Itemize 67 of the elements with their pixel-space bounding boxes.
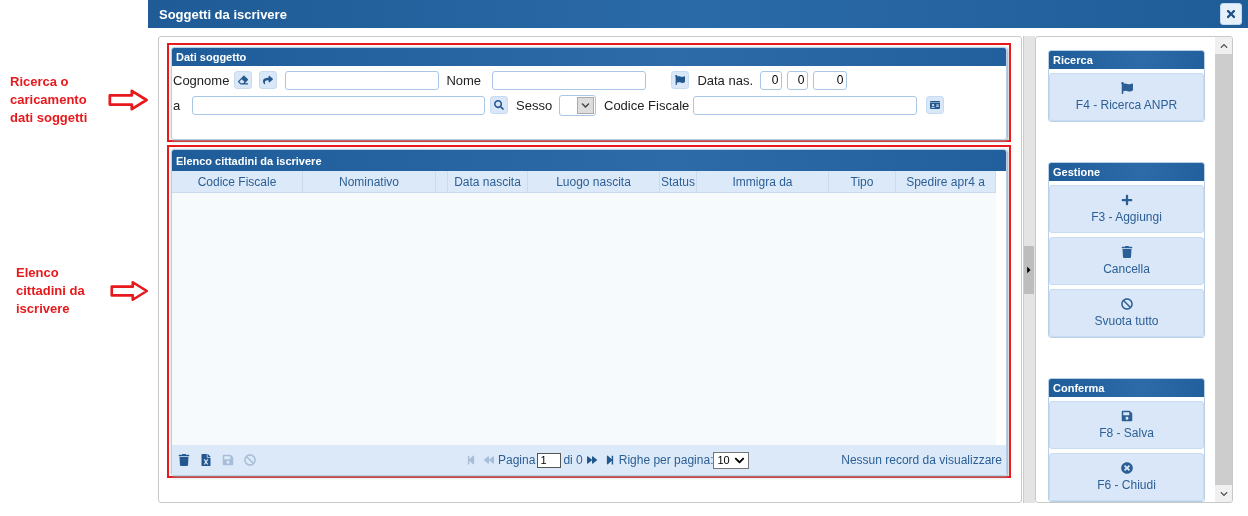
field-label: Data nas. — [697, 72, 755, 88]
panel-header: Dati soggetto — [172, 48, 1006, 66]
column-header[interactable]: Codice Fiscale — [172, 171, 303, 192]
chevron-down-icon — [581, 100, 590, 110]
arrow-icon — [263, 75, 274, 85]
column-header[interactable]: Immigra da — [697, 171, 829, 192]
surname-field[interactable] — [285, 70, 440, 90]
annotation-text: Ricerca o caricamento dati soggetti — [10, 73, 89, 127]
trash-icon — [1120, 246, 1133, 258]
arrow-drawing — [107, 89, 148, 111]
scrollbar[interactable] — [1215, 37, 1232, 502]
column-header[interactable]: Nominativo — [303, 171, 436, 192]
field-label: Cognome — [173, 72, 230, 88]
id-card-button[interactable] — [926, 96, 944, 114]
search-icon — [494, 100, 504, 110]
sex-select[interactable] — [559, 94, 596, 116]
ban-icon — [1120, 298, 1133, 310]
column-header[interactable]: Tipo — [829, 171, 896, 192]
chevron-down-icon — [1219, 489, 1228, 498]
group-header: Gestione — [1049, 163, 1204, 181]
place-field[interactable] — [192, 95, 485, 115]
column-header[interactable]: Status — [660, 171, 697, 192]
search-button[interactable] — [490, 96, 508, 114]
flag-button[interactable] — [671, 71, 690, 89]
column-header[interactable]: Spedire apr4 a — [896, 171, 996, 192]
window-title: Soggetti da iscrivere — [159, 6, 287, 22]
column-header[interactable]: Luogo nascita — [528, 171, 660, 192]
splitter-handle[interactable] — [1024, 245, 1034, 294]
chevron-up-icon — [1219, 41, 1228, 50]
close-icon — [1120, 462, 1133, 474]
arrow-drawing — [109, 280, 148, 302]
action-button[interactable]: Cancella — [1049, 237, 1204, 285]
column-header[interactable]: Data nascita — [448, 171, 528, 192]
annotation-text: Elenco cittadini da iscrivere — [16, 264, 86, 318]
close-icon — [1225, 8, 1237, 20]
page-field[interactable]: 1 — [537, 452, 562, 468]
name-field[interactable] — [492, 70, 647, 90]
rows-label: Righe per pagina: — [618, 453, 714, 467]
page-count: di 0 — [563, 453, 583, 467]
group-header: Conferma — [1049, 379, 1204, 397]
save-icon — [1120, 410, 1133, 422]
rows-select[interactable]: 10 — [713, 451, 750, 469]
eraser-icon — [238, 75, 249, 85]
action-button[interactable]: F6 - Chiudi — [1049, 453, 1204, 501]
action-button[interactable]: F4 - Ricerca ANPR — [1049, 73, 1204, 121]
id-card-icon — [930, 100, 940, 110]
eraser-button[interactable] — [234, 71, 253, 89]
share-button[interactable] — [259, 71, 278, 89]
date-field[interactable]: 0 — [787, 70, 809, 90]
status-text: Nessun record da visualizzare — [841, 453, 1002, 467]
panel-header: Elenco cittadini da iscrivere — [172, 150, 1006, 171]
field-label: Nome — [446, 72, 483, 88]
group-header: Ricerca — [1049, 51, 1204, 69]
close-button[interactable] — [1220, 3, 1242, 25]
date-field[interactable]: 0 — [760, 70, 783, 90]
field-label: Codice Fiscale — [604, 97, 691, 113]
tax-code-field[interactable] — [693, 95, 917, 115]
field-label: Sesso — [516, 97, 554, 113]
action-button[interactable]: F3 - Aggiungi — [1049, 185, 1204, 233]
flag-icon — [1120, 82, 1133, 94]
date-field[interactable]: 0 — [813, 70, 848, 90]
page-label: Pagina — [498, 453, 536, 467]
flag-icon — [675, 75, 686, 85]
plus-icon — [1120, 194, 1133, 206]
action-button[interactable]: F8 - Salva — [1049, 401, 1204, 449]
field-label: a — [173, 97, 182, 113]
action-button[interactable]: Svuota tutto — [1049, 289, 1204, 337]
